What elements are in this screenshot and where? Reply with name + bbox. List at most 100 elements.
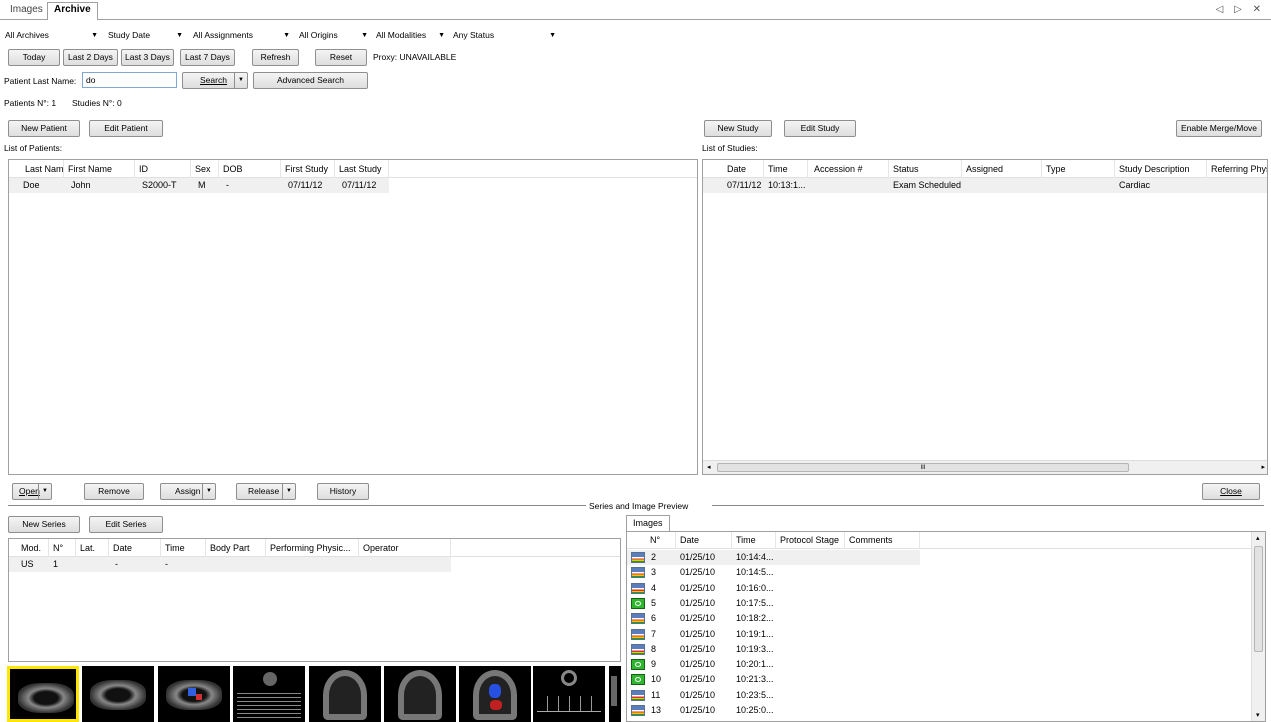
reset-button[interactable]: Reset xyxy=(315,49,367,66)
archive-dropdown[interactable]: All Archives ▼ xyxy=(2,28,102,42)
edit-series-button[interactable]: Edit Series xyxy=(89,516,163,533)
col-number[interactable]: N° xyxy=(49,539,76,557)
cell-time: 10:19:1... xyxy=(736,628,774,639)
last-2-days-button[interactable]: Last 2 Days xyxy=(63,49,118,66)
list-item[interactable]: 4 01/25/10 10:16:0... xyxy=(627,581,920,596)
chevron-down-icon[interactable]: ▼ xyxy=(282,484,295,499)
thumbnail-echo-mmode[interactable] xyxy=(233,666,305,722)
edit-study-button[interactable]: Edit Study xyxy=(784,120,856,137)
scroll-right-icon[interactable]: ▸ xyxy=(1261,463,1265,471)
table-row[interactable]: US 1 - - xyxy=(9,557,451,572)
advanced-search-button[interactable]: Advanced Search xyxy=(253,72,368,89)
thumbnail-echo-partial[interactable] xyxy=(609,666,621,722)
thumbnail-echo-plax[interactable] xyxy=(7,666,79,722)
new-study-button[interactable]: New Study xyxy=(704,120,772,137)
col-body-part[interactable]: Body Part xyxy=(206,539,266,557)
scroll-left-icon[interactable]: ◂ xyxy=(707,463,711,471)
col-comments[interactable]: Comments xyxy=(845,532,920,549)
list-item[interactable]: 9 01/25/10 10:20:1... xyxy=(627,657,920,672)
studies-count: Studies N°: 0 xyxy=(72,98,122,108)
col-type[interactable]: Type xyxy=(1042,160,1115,178)
last-7-days-button[interactable]: Last 7 Days xyxy=(180,49,235,66)
list-item[interactable]: 5 01/25/10 10:17:5... xyxy=(627,596,920,611)
list-item[interactable]: 3 01/25/10 10:14:5... xyxy=(627,565,920,580)
assign-button[interactable]: Assign ▼ xyxy=(160,483,216,500)
col-date[interactable]: Date xyxy=(676,532,732,549)
col-first-name[interactable]: First Name xyxy=(64,160,135,178)
new-series-button[interactable]: New Series xyxy=(8,516,80,533)
col-dob[interactable]: DOB xyxy=(219,160,281,178)
col-mod[interactable]: Mod. xyxy=(9,539,49,557)
new-patient-button[interactable]: New Patient xyxy=(8,120,80,137)
thumbnail-echo-apical[interactable] xyxy=(309,666,381,722)
col-operator[interactable]: Operator xyxy=(359,539,451,557)
scroll-down-icon[interactable]: ▾ xyxy=(1256,711,1260,719)
list-item[interactable]: 13 01/25/10 10:25:0... xyxy=(627,703,920,718)
release-button[interactable]: Release ▼ xyxy=(236,483,296,500)
list-item[interactable]: 7 01/25/10 10:19:1... xyxy=(627,627,920,642)
history-button[interactable]: History xyxy=(317,483,369,500)
tab-images[interactable]: Images xyxy=(4,3,49,19)
vertical-scrollbar[interactable]: ▴ ▾ xyxy=(1251,532,1265,721)
series-image-preview-title: Series and Image Preview xyxy=(589,501,689,511)
col-accession[interactable]: Accession # xyxy=(808,160,889,178)
scroll-up-icon[interactable]: ▴ xyxy=(1256,534,1260,542)
scrollbar-thumb[interactable] xyxy=(1254,546,1263,652)
chevron-down-icon[interactable]: ▼ xyxy=(38,484,51,499)
col-status[interactable]: Status xyxy=(889,160,962,178)
chevron-down-icon[interactable]: ▼ xyxy=(202,484,215,499)
col-date[interactable]: Date xyxy=(109,539,161,557)
col-sex[interactable]: Sex xyxy=(191,160,219,178)
cell-date: 07/11/12 xyxy=(727,180,762,190)
remove-button[interactable]: Remove xyxy=(84,483,144,500)
col-assigned[interactable]: Assigned xyxy=(962,160,1042,178)
patient-last-name-input[interactable]: do xyxy=(82,72,177,88)
col-first-study[interactable]: First Study xyxy=(281,160,335,178)
table-row[interactable]: Doe John S2000-T M - 07/11/12 07/11/12 xyxy=(9,178,389,193)
col-referring-phys[interactable]: Referring Phys xyxy=(1207,160,1267,178)
list-item[interactable]: 8 01/25/10 10:19:3... xyxy=(627,642,920,657)
thumbnail-echo-plax[interactable] xyxy=(82,666,154,722)
horizontal-scrollbar[interactable]: ◂ III ▸ xyxy=(703,460,1267,474)
date-field-dropdown[interactable]: Study Date ▼ xyxy=(105,28,187,42)
col-study-description[interactable]: Study Description xyxy=(1115,160,1207,178)
col-time[interactable]: Time xyxy=(161,539,206,557)
list-item[interactable]: 11 01/25/10 10:23:5... xyxy=(627,688,920,703)
tab-archive[interactable]: Archive xyxy=(47,2,98,20)
modalities-dropdown[interactable]: All Modalities ▼ xyxy=(373,28,449,42)
col-time[interactable]: Time xyxy=(764,160,808,178)
thumbnail-echo-color-apical[interactable] xyxy=(459,666,531,722)
assignments-dropdown[interactable]: All Assignments ▼ xyxy=(190,28,294,42)
list-item[interactable]: 6 01/25/10 10:18:2... xyxy=(627,611,920,626)
col-id[interactable]: ID xyxy=(135,160,191,178)
col-last-study[interactable]: Last Study xyxy=(335,160,389,178)
origins-dropdown[interactable]: All Origins ▼ xyxy=(296,28,372,42)
last-3-days-button[interactable]: Last 3 Days xyxy=(121,49,174,66)
list-item[interactable]: 2 01/25/10 10:14:4... xyxy=(627,550,920,565)
open-button[interactable]: Open ▼ xyxy=(12,483,52,500)
scrollbar-thumb[interactable]: III xyxy=(717,463,1129,472)
list-item[interactable]: 10 01/25/10 10:21:3... xyxy=(627,672,920,687)
col-date[interactable]: Date xyxy=(703,160,764,178)
col-lat[interactable]: Lat. xyxy=(76,539,109,557)
col-performing-physician[interactable]: Performing Physic... xyxy=(266,539,359,557)
tab-images-preview[interactable]: Images xyxy=(626,515,670,531)
chevron-down-icon: ▼ xyxy=(176,32,183,39)
enable-merge-move-button[interactable]: Enable Merge/Move xyxy=(1176,120,1262,137)
col-protocol-stage[interactable]: Protocol Stage xyxy=(776,532,845,549)
col-last-name[interactable]: Last Name xyxy=(9,160,64,178)
close-button[interactable]: Close xyxy=(1202,483,1260,500)
thumbnail-echo-apical-4ch[interactable] xyxy=(384,666,456,722)
refresh-button[interactable]: Refresh xyxy=(252,49,299,66)
thumbnail-echo-color-doppler[interactable] xyxy=(158,666,230,722)
table-row[interactable]: 07/11/12 10:13:1... Exam Scheduled Cardi… xyxy=(703,178,1267,193)
search-button[interactable]: Search ▼ xyxy=(182,72,248,89)
col-number[interactable]: N° xyxy=(627,532,676,549)
edit-patient-button[interactable]: Edit Patient xyxy=(89,120,163,137)
col-time[interactable]: Time xyxy=(732,532,776,549)
chevron-down-icon[interactable]: ▼ xyxy=(234,73,247,88)
today-button[interactable]: Today xyxy=(8,49,60,66)
thumbnail-echo-doppler-trace[interactable] xyxy=(533,666,605,722)
status-dropdown[interactable]: Any Status ▼ xyxy=(450,28,560,42)
window-controls[interactable]: ◁ ▷ ✕ xyxy=(1216,4,1265,15)
